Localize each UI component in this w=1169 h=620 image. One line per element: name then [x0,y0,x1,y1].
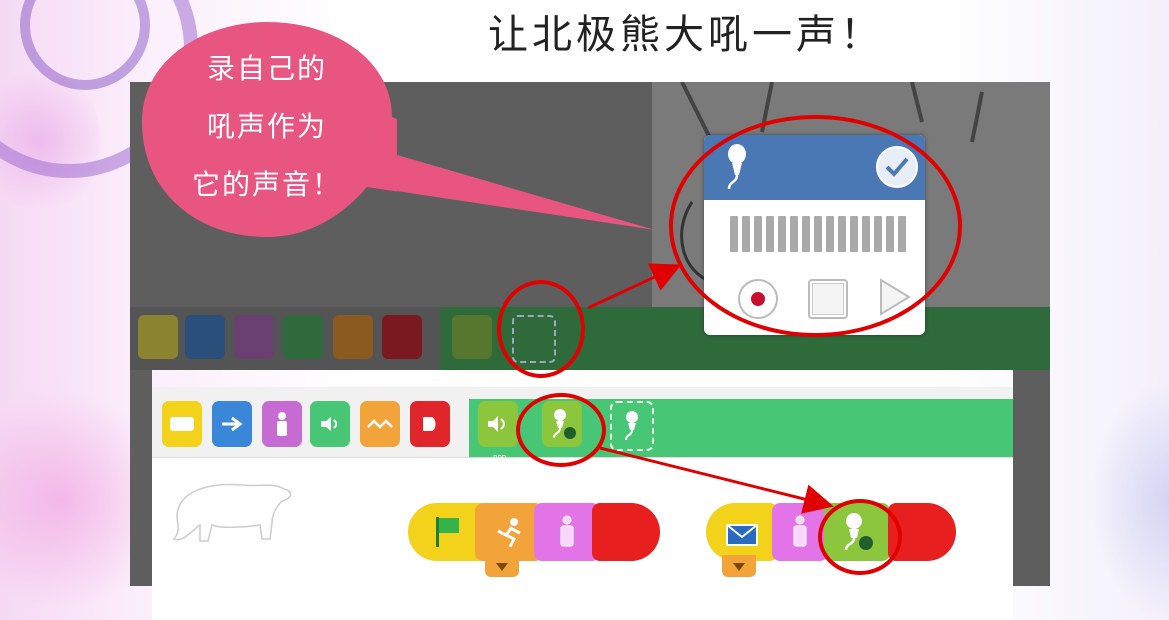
decorative-corner [1089,380,1169,620]
dimmed-background-strip [130,370,152,586]
message-color-dropdown[interactable] [722,555,756,577]
control-icon [367,419,393,429]
triggering-icon [170,417,194,431]
bubble-text: 录自己的 吼声作为 它的声音！ [137,40,397,214]
person-icon [793,515,807,547]
dimmed-end-icon [382,315,422,359]
dimmed-speaker-icon [452,315,492,359]
run-icon [497,518,521,547]
bubble-line-1: 录自己的 [206,52,327,85]
run-speed-dropdown[interactable] [485,555,519,577]
dimmed-motion-icon [185,315,225,359]
run-block[interactable] [475,503,543,561]
start-on-message-block[interactable] [706,503,778,561]
sound-block-pop[interactable]: pop [478,401,518,461]
bubble-line-3: 它的声音！ [191,168,342,201]
end-icon [423,417,436,431]
person-icon [560,515,574,547]
highlight-ring-script-mic [818,499,902,575]
category-motion[interactable] [212,401,252,447]
sound-icon [321,417,338,431]
dimmed-background-strip [1013,370,1050,586]
dimmed-control-icon [333,315,373,359]
highlight-ring-recorder [669,115,962,337]
highlight-ring-top-mic [497,280,585,378]
category-triggering[interactable] [162,401,202,447]
polar-bear-sprite [172,483,292,542]
category-control[interactable] [360,401,400,447]
show-block[interactable] [534,503,600,561]
green-flag-icon [436,517,459,547]
sound-block-record-new[interactable] [610,401,654,451]
category-looks[interactable] [262,401,302,447]
dimmed-triggering-icon [138,315,178,359]
pop-label: pop [493,453,507,461]
dimmed-looks-icon [234,315,274,359]
motion-icon [222,416,243,432]
end-block[interactable] [592,503,660,561]
slide-title: 让北极熊大吼一声！ [488,12,884,58]
envelope-icon [726,524,758,546]
speaker-icon [488,416,505,432]
category-sound[interactable] [310,401,350,447]
microphone-icon [625,411,638,441]
dimmed-sound-icon [283,315,323,359]
looks-icon [277,412,287,436]
chevron-down-icon [733,563,745,571]
bubble-line-2: 吼声作为 [206,110,327,143]
chevron-down-icon [496,563,508,571]
highlight-ring-bottom-mic [516,393,606,467]
category-end[interactable] [410,401,450,447]
